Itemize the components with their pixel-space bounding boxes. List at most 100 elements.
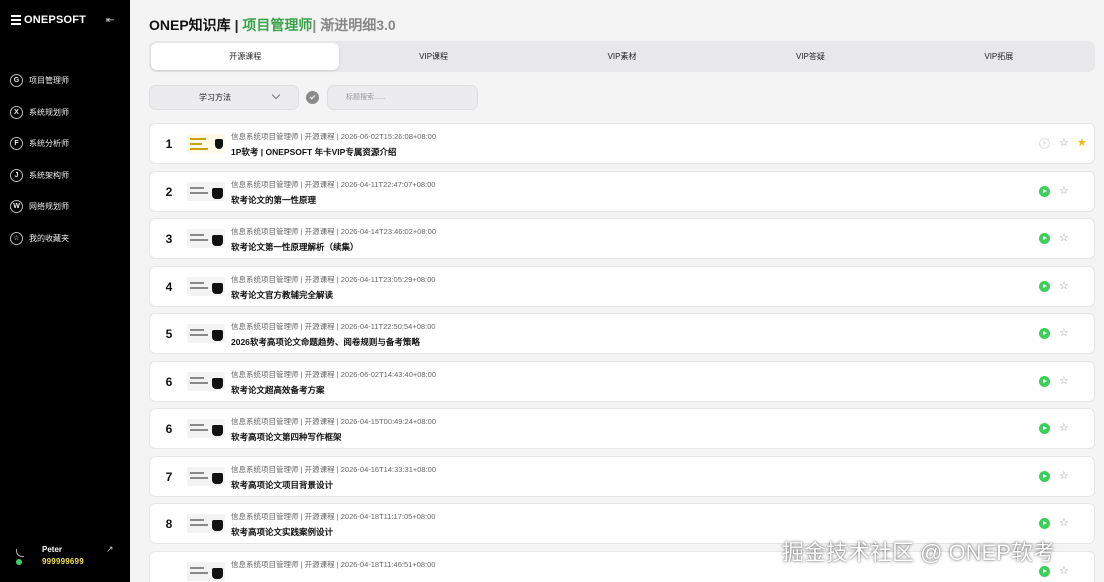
play-icon[interactable] bbox=[1039, 233, 1050, 244]
star-icon: ☆ bbox=[10, 231, 23, 245]
course-thumbnail bbox=[187, 419, 225, 438]
letter-f-icon: F bbox=[10, 137, 23, 151]
star-outline-icon[interactable]: ☆ bbox=[1059, 469, 1069, 483]
list-item[interactable]: 1 信息系统项目管理师 | 开源课程 | 2026-06-02T15:26:08… bbox=[149, 123, 1095, 164]
course-thumbnail bbox=[187, 134, 225, 153]
row-meta: 信息系统项目管理师 | 开源课程 | 2026-06-02T15:26:08+0… bbox=[231, 132, 437, 141]
list-item[interactable]: 6 信息系统项目管理师 | 开源课程 | 2026-04-15T00:49:24… bbox=[149, 408, 1095, 449]
course-thumbnail bbox=[187, 371, 225, 391]
play-icon[interactable] bbox=[1039, 138, 1050, 149]
star-outline-icon[interactable]: ☆ bbox=[1059, 516, 1069, 530]
tab-vip-courses[interactable]: VIP课程 bbox=[339, 43, 527, 70]
row-title: 软考论文官方教辅完全解读 bbox=[231, 289, 334, 300]
category-select[interactable]: 学习方法 bbox=[149, 85, 299, 110]
row-title: 软考高项论文第四种写作框架 bbox=[231, 432, 342, 442]
course-thumbnail bbox=[187, 181, 225, 201]
tab-open-courses[interactable]: 开源课程 bbox=[151, 43, 340, 70]
sidebar-item-system-architect[interactable]: J 系统架构师 bbox=[10, 160, 69, 192]
row-index: 5 bbox=[165, 327, 173, 341]
course-thumbnail bbox=[187, 324, 225, 343]
row-meta: 信息系统项目管理师 | 开源课程 | 2026-04-15T00:49:24+0… bbox=[231, 417, 437, 426]
collapse-sidebar-icon[interactable]: ⇤ bbox=[106, 15, 114, 26]
row-title: 软考论文的第一性原理 bbox=[231, 194, 317, 205]
row-title: 软考论文超高效备考方案 bbox=[231, 384, 325, 395]
sidebar-item-network-planner[interactable]: W 网络规划师 bbox=[10, 191, 69, 223]
star-outline-icon[interactable]: ☆ bbox=[1059, 136, 1069, 150]
row-index: 6 bbox=[165, 422, 173, 436]
sidebar-item-favorites[interactable]: ☆ 我的收藏夹 bbox=[10, 223, 69, 255]
row-index: 8 bbox=[165, 517, 173, 531]
letter-w-icon: W bbox=[10, 200, 23, 214]
row-title: 2026软考高项论文命题趋势、阅卷规则与备考策略 bbox=[231, 337, 420, 347]
list-item[interactable]: 5 信息系统项目管理师 | 开源课程 | 2026-04-11T22:50:54… bbox=[149, 313, 1095, 354]
row-title: 软考高项论文项目背景设计 bbox=[231, 479, 334, 490]
sidebar-item-system-analyst[interactable]: F 系统分析师 bbox=[10, 128, 69, 160]
row-meta: 信息系统项目管理师 | 开源课程 | 2026-04-11T22:47:07+0… bbox=[231, 179, 436, 189]
user-name: Peter bbox=[42, 545, 63, 554]
play-icon[interactable] bbox=[1039, 185, 1050, 197]
sidebar-item-label: 系统规划师 bbox=[29, 107, 69, 117]
course-thumbnail bbox=[187, 514, 225, 533]
page-title: ONEP知识库 | 项目管理师| 渐进明细3.0 bbox=[149, 15, 396, 35]
play-icon[interactable] bbox=[1039, 375, 1050, 387]
user-profile[interactable]: Peter 999999699 ↗ bbox=[14, 544, 124, 570]
row-title: 1P软考 | ONEPSOFT 年卡VIP专属资源介绍 bbox=[231, 147, 397, 157]
user-credits: 999999699 bbox=[42, 557, 84, 566]
row-meta: 信息系统项目管理师 | 开源课程 | 2026-06-02T14:43:40+0… bbox=[231, 369, 437, 379]
page-title-main: ONEP知识库 bbox=[149, 17, 231, 33]
tab-vip-materials[interactable]: VIP素材 bbox=[528, 43, 716, 70]
row-meta: 信息系统项目管理师 | 开源课程 | 2026-04-18T11:17:05+0… bbox=[231, 512, 436, 521]
title-search-input[interactable] bbox=[327, 85, 478, 110]
sidebar-nav: G 项目管理师 X 系统规划师 F 系统分析师 J 系统架构师 W 网络规划师 … bbox=[10, 65, 69, 254]
brand[interactable]: ONEPSOFT bbox=[11, 14, 86, 26]
letter-j-icon: J bbox=[10, 168, 23, 182]
page-title-separator: | bbox=[230, 17, 243, 33]
row-title: 软考高项论文实践案例设计 bbox=[231, 527, 334, 537]
course-thumbnail bbox=[187, 466, 225, 486]
sidebar-item-label: 我的收藏夹 bbox=[29, 233, 69, 243]
sidebar-item-label: 项目管理师 bbox=[29, 76, 69, 86]
external-link-icon[interactable]: ↗ bbox=[106, 544, 114, 555]
play-icon[interactable] bbox=[1039, 518, 1050, 529]
sidebar-item-system-planner[interactable]: X 系统规划师 bbox=[10, 97, 69, 129]
play-icon[interactable] bbox=[1039, 280, 1050, 292]
star-outline-icon[interactable]: ☆ bbox=[1059, 374, 1069, 388]
check-icon[interactable] bbox=[306, 91, 319, 104]
onepsoft-logo-icon bbox=[11, 15, 21, 25]
star-outline-icon[interactable]: ☆ bbox=[1059, 279, 1069, 293]
row-index: 3 bbox=[165, 232, 173, 246]
play-icon[interactable] bbox=[1039, 470, 1050, 482]
row-meta: 信息系统项目管理师 | 开源课程 | 2026-04-18T11:46:51+0… bbox=[231, 559, 436, 569]
row-meta: 信息系统项目管理师 | 开源课程 | 2026-04-11T22:50:54+0… bbox=[231, 322, 436, 331]
list-item[interactable]: 3 信息系统项目管理师 | 开源课程 | 2026-04-14T23:46:02… bbox=[149, 218, 1095, 259]
watermark: 掘金技术社区 @ ONEP软考 bbox=[782, 540, 1055, 565]
row-meta: 信息系统项目管理师 | 开源课程 | 2026-04-11T23:05:29+0… bbox=[231, 274, 436, 284]
tab-vip-extension[interactable]: VIP拓展 bbox=[905, 43, 1093, 70]
star-outline-icon[interactable]: ☆ bbox=[1059, 184, 1069, 198]
list-item[interactable]: 4 信息系统项目管理师 | 开源课程 | 2026-04-11T23:05:29… bbox=[149, 265, 1095, 307]
row-title: 软考论文第一性原理解析（续集） bbox=[231, 242, 359, 252]
list-item[interactable]: 2 信息系统项目管理师 | 开源课程 | 2026-04-11T22:47:07… bbox=[149, 170, 1095, 212]
star-outline-icon[interactable]: ☆ bbox=[1059, 564, 1069, 578]
play-icon[interactable] bbox=[1039, 565, 1050, 577]
course-thumbnail bbox=[187, 229, 225, 248]
course-list: 1 信息系统项目管理师 | 开源课程 | 2026-06-02T15:26:08… bbox=[149, 123, 1095, 582]
row-index: 1 bbox=[165, 137, 173, 151]
sidebar-item-project-manager[interactable]: G 项目管理师 bbox=[10, 65, 69, 97]
letter-g-icon: G bbox=[10, 74, 23, 88]
page-title-subtitle: | 渐进明细3.0 bbox=[312, 17, 396, 33]
play-icon[interactable] bbox=[1039, 328, 1050, 339]
star-filled-icon[interactable]: ★ bbox=[1077, 136, 1087, 150]
avatar bbox=[14, 549, 26, 565]
letter-x-icon: X bbox=[10, 105, 23, 119]
star-outline-icon[interactable]: ☆ bbox=[1059, 326, 1069, 340]
play-icon[interactable] bbox=[1039, 423, 1050, 434]
star-outline-icon[interactable]: ☆ bbox=[1059, 231, 1069, 245]
list-item[interactable]: 6 信息系统项目管理师 | 开源课程 | 2026-06-02T14:43:40… bbox=[149, 360, 1095, 402]
star-outline-icon[interactable]: ☆ bbox=[1059, 421, 1069, 435]
sidebar-item-label: 系统架构师 bbox=[29, 170, 69, 180]
tab-vip-qa[interactable]: VIP答疑 bbox=[716, 43, 904, 70]
row-index: 2 bbox=[165, 184, 173, 199]
list-item[interactable]: 7 信息系统项目管理师 | 开源课程 | 2026-04-16T14:33:31… bbox=[149, 455, 1095, 497]
row-meta: 信息系统项目管理师 | 开源课程 | 2026-04-16T14:33:31+0… bbox=[231, 464, 437, 474]
